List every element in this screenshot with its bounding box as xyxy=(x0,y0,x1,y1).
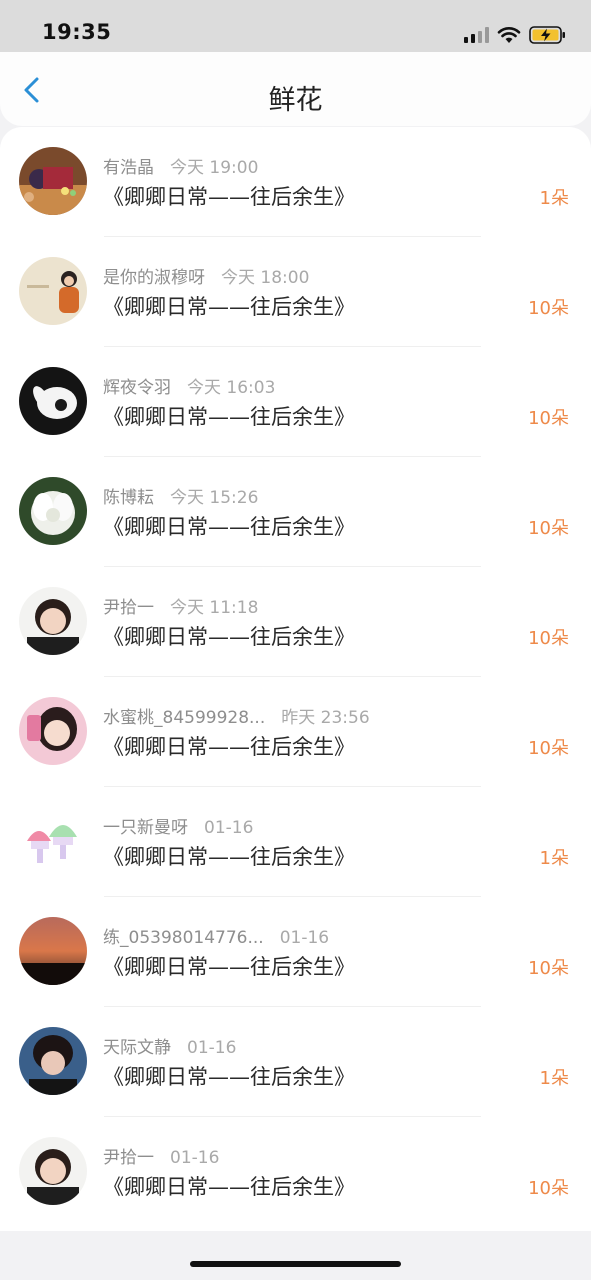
book-title[interactable]: 《卿卿日常——往后余生》 xyxy=(103,511,355,541)
user-name[interactable]: 尹拾一 xyxy=(103,1148,154,1168)
list-item[interactable]: 一只新曼呀 01-16 《卿卿日常——往后余生》 1朵 xyxy=(0,787,591,897)
cellular-signal-icon xyxy=(464,27,489,43)
timestamp: 01-16 xyxy=(279,928,330,948)
timestamp: 今天 15:26 xyxy=(170,488,259,508)
flower-count: 10朵 xyxy=(528,738,569,759)
book-title[interactable]: 《卿卿日常——往后余生》 xyxy=(103,401,355,431)
flower-count: 10朵 xyxy=(528,518,569,539)
status-icons xyxy=(464,22,567,48)
item-meta: 尹拾一 今天 11:18 xyxy=(103,593,258,618)
book-title[interactable]: 《卿卿日常——往后余生》 xyxy=(103,181,355,211)
user-name[interactable]: 练_05398014776... xyxy=(103,928,264,948)
flower-list: 有浩晶 今天 19:00 《卿卿日常——往后余生》 1朵 是你的淑穆呀 今天 18:… xyxy=(0,127,591,1231)
user-name[interactable]: 尹拾一 xyxy=(103,598,154,618)
user-name[interactable]: 辉夜令羽 xyxy=(103,378,171,398)
avatar[interactable] xyxy=(19,1027,87,1095)
list-item[interactable]: 是你的淑穆呀 今天 18:00 《卿卿日常——往后余生》 10朵 xyxy=(0,237,591,347)
list-item[interactable]: 陈博耘 今天 15:26 《卿卿日常——往后余生》 10朵 xyxy=(0,457,591,567)
battery-charging-icon xyxy=(529,26,565,44)
list-item[interactable]: 尹拾一 01-16 《卿卿日常——往后余生》 10朵 xyxy=(0,1117,591,1227)
avatar[interactable] xyxy=(19,917,87,985)
book-title[interactable]: 《卿卿日常——往后余生》 xyxy=(103,841,355,871)
nav-header: 鲜花 xyxy=(0,52,591,126)
item-meta: 练_05398014776... 01-16 xyxy=(103,923,329,948)
user-name[interactable]: 是你的淑穆呀 xyxy=(103,268,205,288)
list-item[interactable]: 天际文静 01-16 《卿卿日常——往后余生》 1朵 xyxy=(0,1007,591,1117)
avatar[interactable] xyxy=(19,477,87,545)
wifi-icon xyxy=(497,27,521,43)
timestamp: 01-16 xyxy=(187,1038,237,1058)
list-item[interactable]: 水蜜桃_84599928... 昨天 23:56 《卿卿日常——往后余生》 10朵 xyxy=(0,677,591,787)
list-item[interactable]: 辉夜令羽 今天 16:03 《卿卿日常——往后余生》 10朵 xyxy=(0,347,591,457)
flower-count: 1朵 xyxy=(539,1068,569,1089)
item-meta: 一只新曼呀 01-16 xyxy=(103,813,253,838)
flower-count: 10朵 xyxy=(528,628,569,649)
timestamp: 今天 11:18 xyxy=(170,598,259,618)
avatar[interactable] xyxy=(19,367,87,435)
avatar[interactable] xyxy=(19,147,87,215)
book-title[interactable]: 《卿卿日常——往后余生》 xyxy=(103,731,355,761)
flower-count: 1朵 xyxy=(539,848,569,869)
status-bar: 19:35 xyxy=(0,0,591,52)
list-item[interactable]: 有浩晶 今天 19:00 《卿卿日常——往后余生》 1朵 xyxy=(0,127,591,237)
book-title[interactable]: 《卿卿日常——往后余生》 xyxy=(103,1061,355,1091)
timestamp: 今天 19:00 xyxy=(170,158,259,178)
item-meta: 有浩晶 今天 19:00 xyxy=(103,153,258,178)
avatar[interactable] xyxy=(19,257,87,325)
item-meta: 尹拾一 01-16 xyxy=(103,1143,219,1168)
home-indicator[interactable] xyxy=(190,1261,401,1267)
list-item[interactable]: 尹拾一 今天 11:18 《卿卿日常——往后余生》 10朵 xyxy=(0,567,591,677)
timestamp: 01-16 xyxy=(204,818,254,838)
item-meta: 天际文静 01-16 xyxy=(103,1033,236,1058)
flower-count: 1朵 xyxy=(539,188,569,209)
timestamp: 01-16 xyxy=(170,1148,220,1168)
list-item[interactable]: 练_05398014776... 01-16 《卿卿日常——往后余生》 10朵 xyxy=(0,897,591,1007)
item-meta: 水蜜桃_84599928... 昨天 23:56 xyxy=(103,703,370,728)
timestamp: 今天 18:00 xyxy=(221,268,310,288)
avatar[interactable] xyxy=(19,1137,87,1205)
flower-count: 10朵 xyxy=(528,408,569,429)
page-title: 鲜花 xyxy=(268,85,323,116)
timestamp: 昨天 23:56 xyxy=(281,708,370,728)
timestamp: 今天 16:03 xyxy=(187,378,276,398)
book-title[interactable]: 《卿卿日常——往后余生》 xyxy=(103,291,355,321)
user-name[interactable]: 一只新曼呀 xyxy=(103,818,188,838)
avatar[interactable] xyxy=(19,697,87,765)
user-name[interactable]: 水蜜桃_84599928... xyxy=(103,708,265,728)
user-name[interactable]: 有浩晶 xyxy=(103,158,154,178)
user-name[interactable]: 陈博耘 xyxy=(103,488,154,508)
item-meta: 辉夜令羽 今天 16:03 xyxy=(103,373,275,398)
item-meta: 是你的淑穆呀 今天 18:00 xyxy=(103,263,309,288)
flower-count: 10朵 xyxy=(528,1178,569,1199)
status-time: 19:35 xyxy=(42,20,112,44)
flower-count: 10朵 xyxy=(528,298,569,319)
book-title[interactable]: 《卿卿日常——往后余生》 xyxy=(103,621,355,651)
avatar[interactable] xyxy=(19,807,87,875)
avatar[interactable] xyxy=(19,587,87,655)
item-meta: 陈博耘 今天 15:26 xyxy=(103,483,258,508)
flower-count: 10朵 xyxy=(528,958,569,979)
book-title[interactable]: 《卿卿日常——往后余生》 xyxy=(103,951,355,981)
user-name[interactable]: 天际文静 xyxy=(103,1038,171,1058)
book-title[interactable]: 《卿卿日常——往后余生》 xyxy=(103,1171,355,1201)
